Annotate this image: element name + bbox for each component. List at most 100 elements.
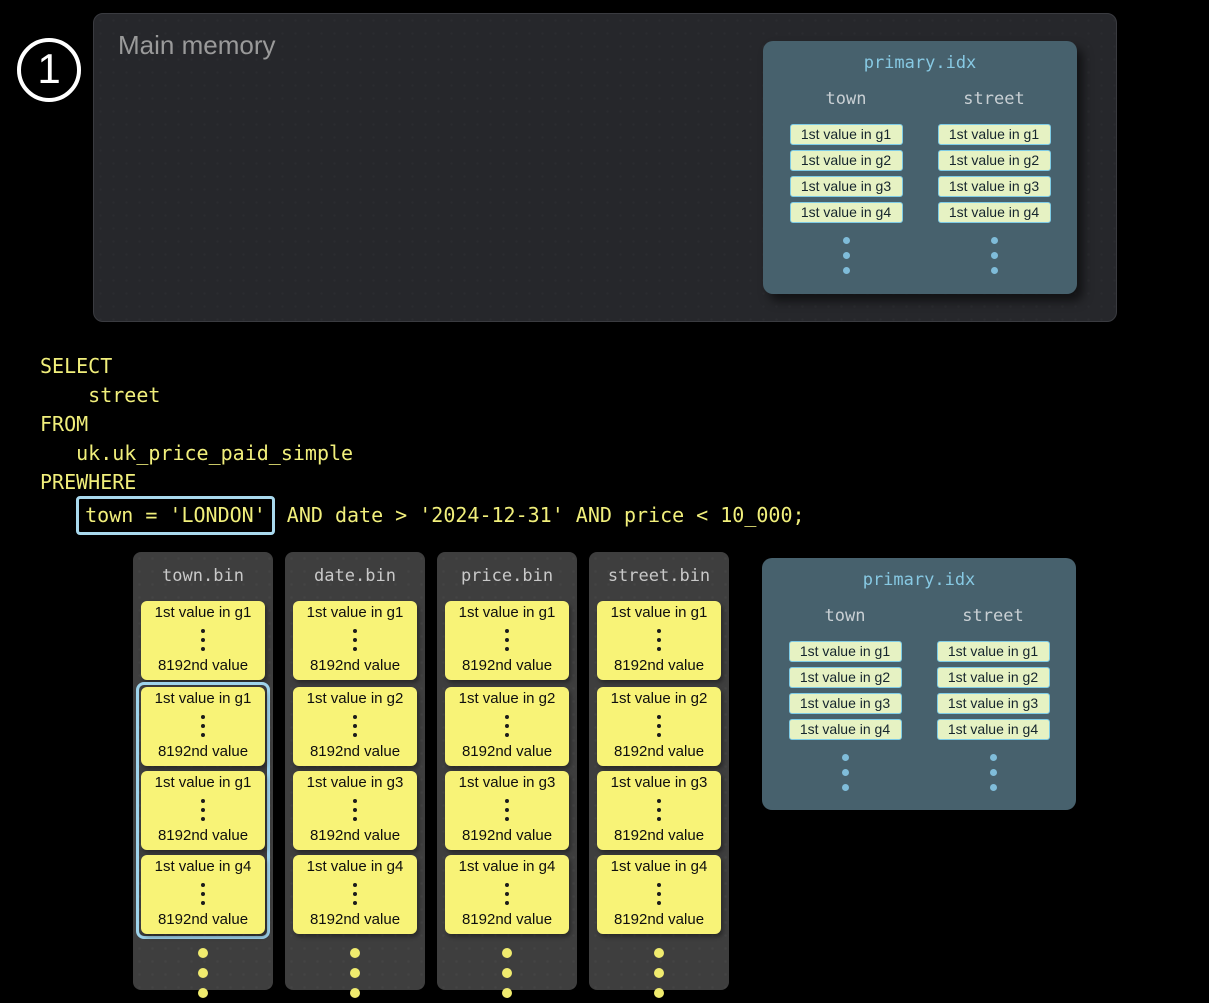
bin-column-header: date.bin — [285, 552, 425, 586]
granule-stack: 1st value in g1 8192nd value 1st value i… — [589, 601, 729, 998]
index-entry-chip: 1st value in g4 — [790, 202, 903, 223]
index-entry-chip: 1st value in g1 — [938, 124, 1051, 145]
granule-first-value-label: 1st value in g1 — [611, 605, 708, 622]
step-badge: 1 — [17, 38, 81, 102]
granule-block: 1st value in g4 8192nd value — [597, 855, 721, 934]
granule-block: 1st value in g4 8192nd value — [293, 855, 417, 934]
main-memory-title: Main memory — [118, 30, 275, 61]
granule-last-value-label: 8192nd value — [614, 828, 704, 845]
granule-last-value-label: 8192nd value — [310, 658, 400, 675]
index-entry-chip: 1st value in g3 — [938, 176, 1051, 197]
ellipsis-dots — [353, 799, 357, 821]
ellipsis-dots — [201, 883, 205, 905]
granule-first-value-label: 1st value in g3 — [459, 775, 556, 792]
bin-column-price: price.bin 1st value in g1 8192nd value 1… — [437, 552, 577, 990]
granule-last-value-label: 8192nd value — [310, 828, 400, 845]
index-entry-chip: 1st value in g4 — [938, 202, 1051, 223]
granule-first-value-label: 1st value in g1 — [155, 691, 252, 708]
ellipsis-dots — [133, 948, 273, 998]
primary-idx-columns: town 1st value in g1 1st value in g2 1st… — [763, 89, 1077, 274]
granule-block: 1st value in g2 8192nd value — [293, 687, 417, 766]
ellipsis-dots — [505, 715, 509, 737]
granule-block: 1st value in g2 8192nd value — [445, 687, 569, 766]
ellipsis-dots — [991, 237, 998, 274]
granule-last-value-label: 8192nd value — [614, 744, 704, 761]
ellipsis-dots — [657, 629, 661, 651]
ellipsis-dots — [353, 883, 357, 905]
bin-column-header: price.bin — [437, 552, 577, 586]
bin-column-header: town.bin — [133, 552, 273, 586]
granule-last-value-label: 8192nd value — [614, 912, 704, 929]
granule-last-value-label: 8192nd value — [614, 658, 704, 675]
bin-column-town: town.bin 1st value in g1 8192nd value 1s… — [133, 552, 273, 990]
idx-column-header: street — [963, 89, 1024, 109]
granule-block: 1st value in g1 8192nd value — [445, 601, 569, 680]
primary-idx-columns: town 1st value in g1 1st value in g2 1st… — [762, 606, 1076, 791]
granule-first-value-label: 1st value in g4 — [611, 859, 708, 876]
idx-column-header: town — [826, 89, 867, 109]
granule-last-value-label: 8192nd value — [158, 828, 248, 845]
granule-last-value-label: 8192nd value — [310, 912, 400, 929]
granule-first-value-label: 1st value in g1 — [155, 605, 252, 622]
granule-first-value-label: 1st value in g4 — [459, 859, 556, 876]
index-entry-chip: 1st value in g1 — [937, 641, 1050, 662]
granule-first-value-label: 1st value in g2 — [307, 691, 404, 708]
granule-first-value-label: 1st value in g1 — [459, 605, 556, 622]
idx-column-street: street 1st value in g1 1st value in g2 1… — [936, 89, 1052, 274]
idx-column-header: town — [825, 606, 866, 626]
bin-column-street: street.bin 1st value in g1 8192nd value … — [589, 552, 729, 990]
ellipsis-dots — [505, 629, 509, 651]
granule-block: 1st value in g3 8192nd value — [597, 771, 721, 850]
ellipsis-dots — [201, 799, 205, 821]
index-entry-chip: 1st value in g1 — [790, 124, 903, 145]
ellipsis-dots — [353, 629, 357, 651]
ellipsis-dots — [843, 237, 850, 274]
sql-rest-of-condition: AND date > '2024-12-31' AND price < 10_0… — [275, 501, 805, 530]
index-entry-chip: 1st value in g3 — [790, 176, 903, 197]
ellipsis-dots — [505, 883, 509, 905]
index-entry-chip: 1st value in g1 — [789, 641, 902, 662]
granule-block: 1st value in g1 8192nd value — [293, 601, 417, 680]
sql-line: street — [40, 381, 805, 410]
ellipsis-dots — [990, 754, 997, 791]
granule-last-value-label: 8192nd value — [462, 658, 552, 675]
ellipsis-dots — [657, 799, 661, 821]
granule-block: 1st value in g2 8192nd value — [597, 687, 721, 766]
step-number: 1 — [37, 48, 60, 90]
main-memory-panel: Main memory primary.idx town 1st value i… — [93, 13, 1117, 322]
granule-group: 1st value in g2 8192nd value 1st value i… — [440, 682, 574, 939]
granule-first-value-label: 1st value in g2 — [459, 691, 556, 708]
sql-line: SELECT — [40, 352, 805, 381]
idx-column-header: street — [962, 606, 1023, 626]
granule-block: 1st value in g1 8192nd value — [141, 687, 265, 766]
selected-granules-highlight: 1st value in g1 8192nd value 1st value i… — [136, 682, 270, 939]
index-entry-chip: 1st value in g2 — [937, 667, 1050, 688]
granule-last-value-label: 8192nd value — [462, 912, 552, 929]
index-entry-chip: 1st value in g2 — [790, 150, 903, 171]
sql-line: FROM — [40, 410, 805, 439]
primary-idx-card-memory: primary.idx town 1st value in g1 1st val… — [763, 41, 1077, 294]
idx-column-town: town 1st value in g1 1st value in g2 1st… — [788, 89, 904, 274]
bin-column-header: street.bin — [589, 552, 729, 586]
index-entry-chip: 1st value in g3 — [789, 693, 902, 714]
granule-block: 1st value in g1 8192nd value — [141, 601, 265, 680]
index-entry-chip: 1st value in g4 — [937, 719, 1050, 740]
granule-block: 1st value in g4 8192nd value — [141, 855, 265, 934]
granule-first-value-label: 1st value in g2 — [611, 691, 708, 708]
ellipsis-dots — [505, 799, 509, 821]
granule-last-value-label: 8192nd value — [158, 912, 248, 929]
granule-block: 1st value in g4 8192nd value — [445, 855, 569, 934]
sql-query: SELECT streetFROM uk.uk_price_paid_simpl… — [40, 352, 805, 533]
granule-first-value-label: 1st value in g3 — [307, 775, 404, 792]
granule-last-value-label: 8192nd value — [462, 828, 552, 845]
granule-block: 1st value in g3 8192nd value — [445, 771, 569, 850]
idx-column-street: street 1st value in g1 1st value in g2 1… — [935, 606, 1051, 791]
granule-first-value-label: 1st value in g4 — [155, 859, 252, 876]
index-entry-chip: 1st value in g3 — [937, 693, 1050, 714]
index-entry-chip: 1st value in g2 — [789, 667, 902, 688]
primary-idx-card-disk: primary.idx town 1st value in g1 1st val… — [762, 558, 1076, 810]
granule-last-value-label: 8192nd value — [158, 744, 248, 761]
prewhere-town-predicate-highlight: town = 'LONDON' — [76, 496, 275, 535]
ellipsis-dots — [353, 715, 357, 737]
granule-block: 1st value in g1 8192nd value — [597, 601, 721, 680]
